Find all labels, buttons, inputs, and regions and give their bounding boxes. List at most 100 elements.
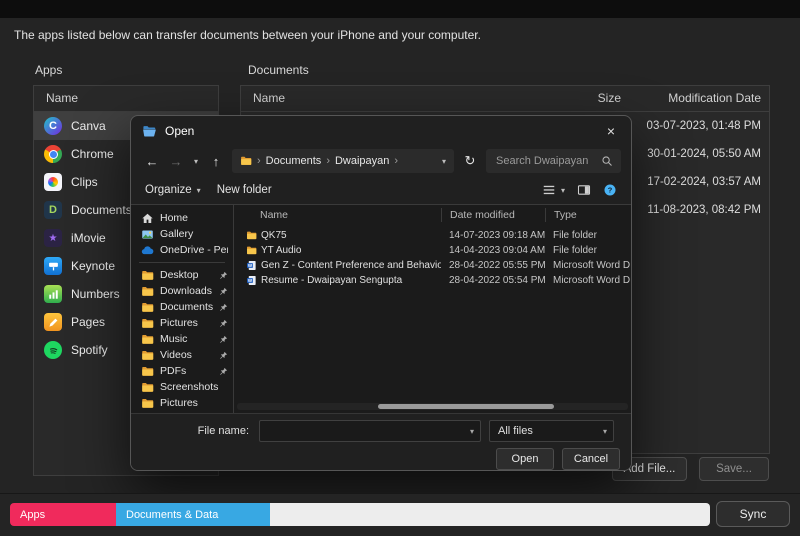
search-box[interactable] xyxy=(486,149,621,173)
close-button[interactable]: × xyxy=(591,116,631,146)
breadcrumb-dwaipayan[interactable]: Dwaipayan xyxy=(335,155,389,167)
file-row-gen-z-doc[interactable]: Gen Z - Content Preference and Behaviour… xyxy=(234,258,631,273)
pin-icon xyxy=(219,351,228,360)
sidebar-item-downloads[interactable]: Downloads xyxy=(131,283,233,299)
column-header-modification-date[interactable]: Modification Date xyxy=(621,86,761,111)
app-name: Pages xyxy=(71,315,105,329)
open-button[interactable]: Open xyxy=(496,448,554,470)
file-rows: QK75 14-07-2023 09:18 AM File folder YT … xyxy=(234,225,631,288)
sidebar-item-pictures[interactable]: Pictures xyxy=(131,315,233,331)
music-folder-icon xyxy=(141,333,154,346)
sidebar-item-videos[interactable]: Videos xyxy=(131,347,233,363)
sidebar-item-documents[interactable]: Documents xyxy=(131,299,233,315)
chevron-down-icon[interactable]: ▾ xyxy=(597,427,613,436)
scrollbar-thumb[interactable] xyxy=(378,404,554,409)
new-folder-button[interactable]: New folder xyxy=(217,184,272,196)
downloads-folder-icon xyxy=(141,285,154,298)
file-date-modified: 14-04-2023 09:04 AM xyxy=(441,245,545,256)
help-icon[interactable] xyxy=(603,183,617,197)
file-name-input[interactable] xyxy=(260,425,464,437)
sidebar-item-pdfs[interactable]: PDFs xyxy=(131,363,233,379)
back-icon: ← xyxy=(146,154,159,169)
sidebar-item-label: PDFs xyxy=(160,365,213,377)
canva-app-icon: C xyxy=(44,117,62,135)
sync-button[interactable]: Sync xyxy=(716,501,790,527)
sidebar-item-music[interactable]: Music xyxy=(131,331,233,347)
sidebar-item-label: Music xyxy=(160,333,213,345)
organize-menu[interactable]: Organize ▾ xyxy=(145,184,201,196)
cancel-button[interactable]: Cancel xyxy=(562,448,620,470)
horizontal-scrollbar[interactable] xyxy=(237,403,628,410)
modification-date: 03-07-2023, 01:48 PM xyxy=(621,112,761,140)
file-row-resume-doc[interactable]: Resume - Dwaipayan Sengupta 28-04-2022 0… xyxy=(234,273,631,288)
sidebar-item-home[interactable]: Home xyxy=(131,210,233,226)
storage-bar: Apps Documents & Data xyxy=(10,503,710,526)
word-document-icon xyxy=(246,275,257,286)
refresh-button[interactable]: ↻ xyxy=(459,153,481,169)
file-type: File folder xyxy=(545,245,631,256)
itunes-file-sharing-screen: The apps listed below can transfer docum… xyxy=(0,0,800,536)
app-name: Keynote xyxy=(71,259,115,273)
search-input[interactable] xyxy=(494,154,601,168)
address-dropdown-icon[interactable]: ▾ xyxy=(442,157,446,166)
forward-icon: → xyxy=(170,154,183,169)
file-date-modified: 14-07-2023 09:18 AM xyxy=(441,230,545,241)
file-name-label: File name: xyxy=(131,425,259,437)
sidebar-item-screenshots[interactable]: Screenshots xyxy=(131,379,233,395)
views-button[interactable]: ▾ xyxy=(542,183,565,197)
file-column-name[interactable]: Name xyxy=(234,208,441,222)
sidebar-item-onedrive[interactable]: OneDrive - Persor xyxy=(131,242,233,258)
chevron-down-icon: ▾ xyxy=(561,186,565,195)
refresh-icon: ↻ xyxy=(465,153,476,168)
column-header-name[interactable]: Name xyxy=(253,86,479,111)
chevron-down-icon[interactable]: ▾ xyxy=(464,427,480,436)
word-document-icon xyxy=(246,260,257,271)
imovie-app-icon: ★ xyxy=(44,229,62,247)
status-bar: Apps Documents & Data Sync xyxy=(0,493,800,536)
app-name: Spotify xyxy=(71,343,108,357)
dialog-title: Open xyxy=(165,124,194,138)
address-bar[interactable]: › Documents › Dwaipayan › ▾ xyxy=(232,149,454,173)
sidebar-item-desktop[interactable]: Desktop xyxy=(131,267,233,283)
preview-pane-icon[interactable] xyxy=(577,183,591,197)
organize-label: Organize xyxy=(145,184,192,196)
back-button[interactable]: ← xyxy=(141,154,163,169)
sidebar-item-pictures-2[interactable]: Pictures xyxy=(131,395,233,411)
storage-segment-documents-data[interactable]: Documents & Data xyxy=(116,503,270,526)
documents-folder-icon xyxy=(141,301,154,314)
recent-locations-button[interactable]: ▾ xyxy=(189,157,203,166)
file-row-qk75[interactable]: QK75 14-07-2023 09:18 AM File folder xyxy=(234,228,631,243)
numbers-app-icon xyxy=(44,285,62,303)
save-button[interactable]: Save... xyxy=(699,457,769,481)
icon-glyph: ★ xyxy=(49,233,58,244)
dialog-toolbar: Organize ▾ New folder ▾ xyxy=(131,176,631,205)
app-name: Canva xyxy=(71,119,106,133)
documents-header-row: Name Size Modification Date xyxy=(241,86,769,112)
forward-button[interactable]: → xyxy=(165,154,187,169)
file-type: File folder xyxy=(545,230,631,241)
file-name-combobox[interactable]: ▾ xyxy=(259,420,481,442)
icon-glyph: C xyxy=(49,120,57,132)
sidebar-item-label: Documents xyxy=(160,301,213,313)
storage-segment-label: Apps xyxy=(20,509,45,521)
file-column-type[interactable]: Type xyxy=(545,208,631,222)
file-column-date-modified[interactable]: Date modified xyxy=(441,208,545,222)
sidebar-item-label: Screenshots xyxy=(160,381,228,393)
sidebar-item-label: Home xyxy=(160,212,228,224)
file-name: QK75 xyxy=(261,230,287,241)
file-row-yt-audio[interactable]: YT Audio 14-04-2023 09:04 AM File folder xyxy=(234,243,631,258)
pin-icon xyxy=(219,367,228,376)
up-icon: ↑ xyxy=(213,154,220,169)
column-header-size[interactable]: Size xyxy=(479,86,621,111)
up-button[interactable]: ↑ xyxy=(205,154,227,169)
file-type-select[interactable]: All files ▾ xyxy=(489,420,614,442)
storage-segment-apps[interactable]: Apps xyxy=(10,503,116,526)
dialog-titlebar[interactable]: Open × xyxy=(131,116,631,146)
file-list: Name Date modified Type QK75 14-07-2023 … xyxy=(234,205,631,413)
pin-icon xyxy=(219,287,228,296)
chevron-right-icon: › xyxy=(257,155,261,167)
breadcrumb-documents[interactable]: Documents xyxy=(266,155,322,167)
sidebar-item-label: Pictures xyxy=(160,397,228,409)
sidebar-item-gallery[interactable]: Gallery xyxy=(131,226,233,242)
onedrive-cloud-icon xyxy=(141,244,154,257)
